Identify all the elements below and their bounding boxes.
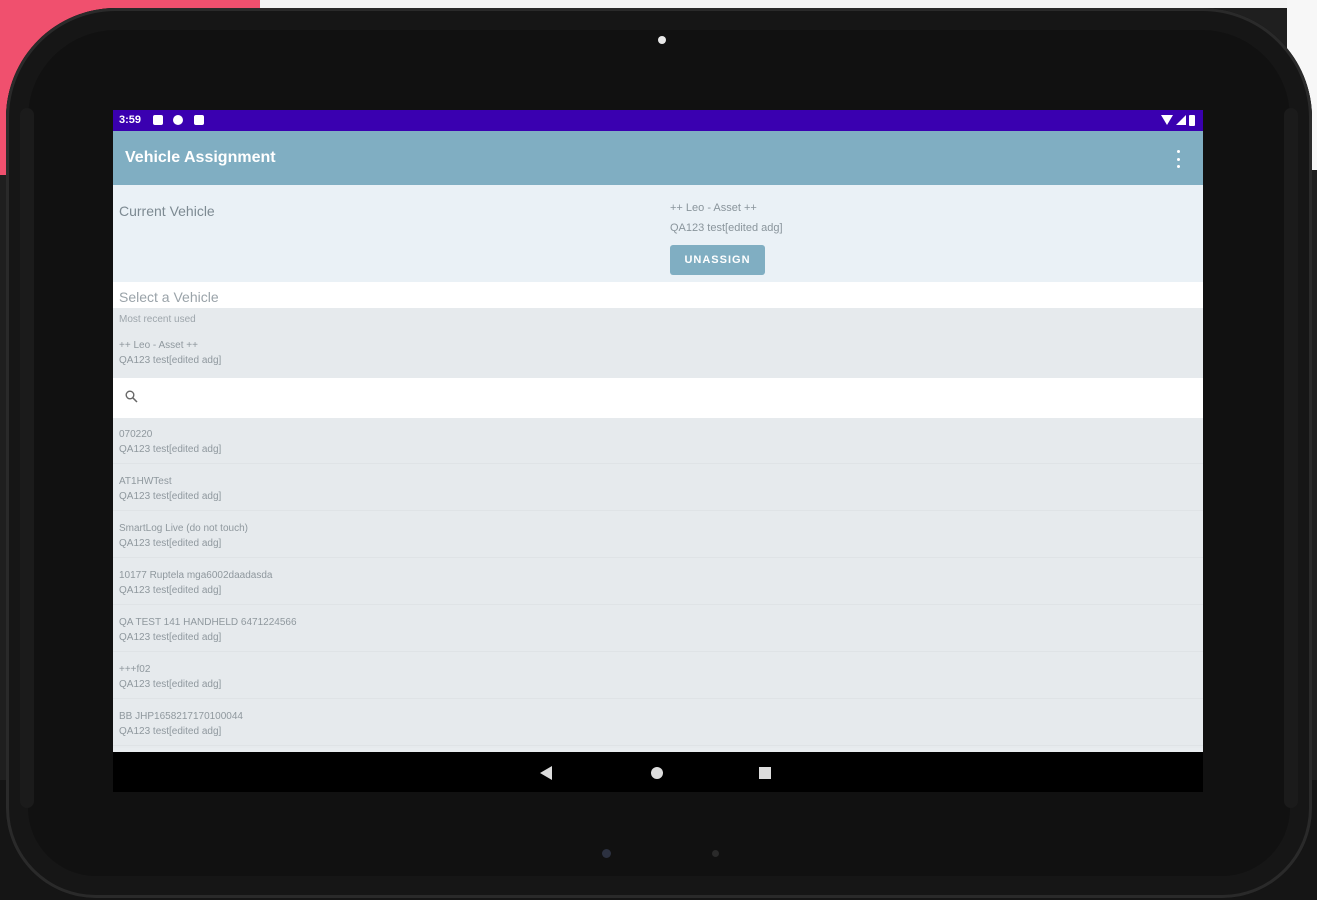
- recent-vehicle-item[interactable]: ++ Leo - Asset ++ QA123 test[edited adg]: [119, 339, 221, 369]
- current-vehicle-name: ++ Leo - Asset ++: [670, 202, 757, 214]
- camera: [658, 36, 666, 44]
- more-vert-icon[interactable]: [1175, 150, 1181, 168]
- current-vehicle-group: QA123 test[edited adg]: [670, 222, 783, 234]
- sensor-dot: [602, 849, 611, 858]
- vehicle-name: 10177 Ruptela mga6002daadasda: [119, 570, 273, 581]
- screen: 3:59 Vehicle Assignment Current Vehicle …: [113, 110, 1203, 792]
- status-bar: 3:59: [113, 110, 1203, 131]
- vehicle-name: QA TEST 141 HANDHELD 6471224566: [119, 617, 297, 628]
- vehicle-group: QA123 test[edited adg]: [119, 355, 222, 366]
- recents-icon[interactable]: [759, 767, 771, 779]
- vehicle-list-item[interactable]: +++f02 QA123 test[edited adg]: [113, 653, 1203, 699]
- vehicle-name: 070220: [119, 429, 153, 440]
- vehicle-group: QA123 test[edited adg]: [119, 444, 222, 455]
- sdcard-icon: [194, 115, 204, 125]
- vehicle-list-item[interactable]: QA TEST 141 HANDHELD 6471224566 QA123 te…: [113, 606, 1203, 652]
- current-vehicle-label: Current Vehicle: [119, 203, 215, 219]
- notification-icon: [153, 115, 163, 125]
- sensor-dot: [712, 850, 719, 857]
- search-icon[interactable]: [125, 390, 138, 403]
- recent-label: Most recent used: [119, 314, 196, 325]
- status-time: 3:59: [119, 114, 142, 126]
- vehicle-list-item[interactable]: 070220 QA123 test[edited adg]: [113, 418, 1203, 464]
- back-icon[interactable]: [540, 766, 552, 780]
- dot: [1176, 150, 1180, 153]
- signal-icon: [1176, 115, 1186, 125]
- vehicle-name: AT1HWTest: [119, 476, 172, 487]
- page-title: Vehicle Assignment: [125, 149, 276, 166]
- background-top: [260, 0, 1317, 8]
- search-bar[interactable]: [113, 378, 1203, 418]
- bezel-left: [20, 108, 34, 808]
- vehicle-group: QA123 test[edited adg]: [119, 585, 222, 596]
- vehicle-list-item[interactable]: SmartLog Live (do not touch) QA123 test[…: [113, 512, 1203, 558]
- recent-section: Most recent used ++ Leo - Asset ++ QA123…: [113, 308, 1203, 378]
- sync-icon: [173, 115, 183, 125]
- vehicle-name: BB JHP1658217170100044: [119, 711, 243, 722]
- vehicle-group: QA123 test[edited adg]: [119, 726, 222, 737]
- dot: [1176, 165, 1180, 168]
- vehicle-name: ++ Leo - Asset ++: [119, 340, 198, 351]
- vehicle-group: QA123 test[edited adg]: [119, 679, 222, 690]
- vehicle-group: QA123 test[edited adg]: [119, 632, 222, 643]
- bezel-right: [1284, 108, 1298, 808]
- vehicle-list-item[interactable]: AT1HWTest QA123 test[edited adg]: [113, 465, 1203, 511]
- wifi-icon: [1161, 115, 1173, 125]
- vehicle-group: QA123 test[edited adg]: [119, 538, 222, 549]
- vehicle-list-item[interactable]: BB JHP1658217170100044 QA123 test[edited…: [113, 700, 1203, 746]
- vehicle-name: SmartLog Live (do not touch): [119, 523, 248, 534]
- select-vehicle-header: Select a Vehicle: [113, 282, 1203, 308]
- vehicle-list: 070220 QA123 test[edited adg] AT1HWTest …: [113, 418, 1203, 748]
- vehicle-list-item[interactable]: 10177 Ruptela mga6002daadasda QA123 test…: [113, 559, 1203, 605]
- dot: [1176, 157, 1180, 161]
- select-vehicle-label: Select a Vehicle: [119, 289, 219, 305]
- vehicle-name: +++f02: [119, 664, 151, 675]
- vehicle-group: QA123 test[edited adg]: [119, 491, 222, 502]
- app-bar: Vehicle Assignment: [113, 131, 1203, 185]
- navigation-bar: [113, 752, 1203, 792]
- status-right: [1161, 114, 1195, 126]
- current-vehicle-section: Current Vehicle ++ Leo - Asset ++ QA123 …: [113, 185, 1203, 282]
- home-icon[interactable]: [651, 767, 663, 779]
- unassign-button[interactable]: UNASSIGN: [670, 245, 765, 275]
- battery-icon: [1189, 114, 1195, 126]
